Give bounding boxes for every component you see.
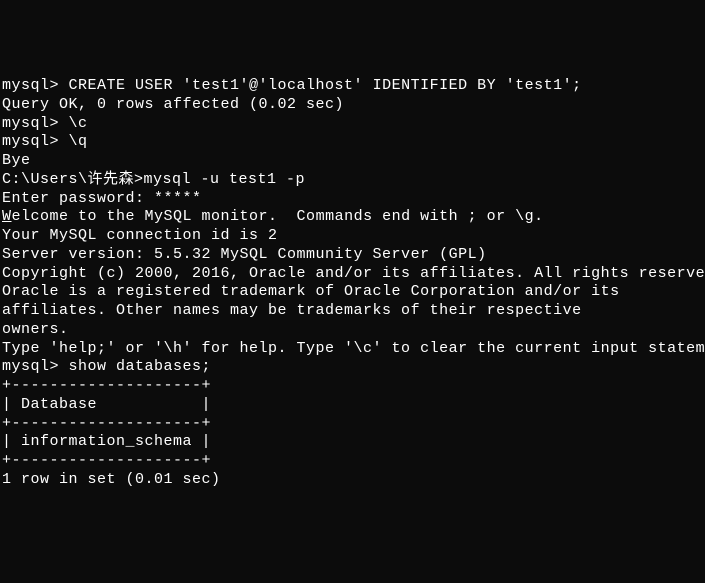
trademark-2: affiliates. Other names may be trademark… xyxy=(2,302,705,321)
cmd-quit: mysql> \q xyxy=(2,133,705,152)
sql-cmd: show databases; xyxy=(69,358,212,375)
welcome-rest: elcome to the MySQL monitor. Commands en… xyxy=(12,208,544,225)
query-ok: Query OK, 0 rows affected (0.02 sec) xyxy=(2,96,705,115)
trademark-3: owners. xyxy=(2,321,705,340)
connection-id: Your MySQL connection id is 2 xyxy=(2,227,705,246)
shell-cmd-mysql-login: C:\Users\许先森>mysql -u test1 -p xyxy=(2,171,705,190)
table-header: | Database | xyxy=(2,396,705,415)
sql-cmd: CREATE USER 'test1'@'localhost' IDENTIFI… xyxy=(69,77,582,94)
mysql-prompt: mysql> xyxy=(2,358,69,375)
mysql-prompt: mysql> xyxy=(2,77,69,94)
shell-prompt: C:\Users\许先森> xyxy=(2,171,144,188)
cmd-show-databases: mysql> show databases; xyxy=(2,358,705,377)
table-row: | information_schema | xyxy=(2,433,705,452)
server-version: Server version: 5.5.32 MySQL Community S… xyxy=(2,246,705,265)
terminal-output[interactable]: mysql> CREATE USER 'test1'@'localhost' I… xyxy=(2,77,705,490)
shell-cmd: mysql -u test1 -p xyxy=(144,171,306,188)
welcome-msg: Welcome to the MySQL monitor. Commands e… xyxy=(2,208,705,227)
table-border-bottom: +--------------------+ xyxy=(2,452,705,471)
help-msg: Type 'help;' or '\h' for help. Type '\c'… xyxy=(2,340,705,359)
trademark-1: Oracle is a registered trademark of Orac… xyxy=(2,283,705,302)
cmd-clear: mysql> \c xyxy=(2,115,705,134)
cmd-line-create-user: mysql> CREATE USER 'test1'@'localhost' I… xyxy=(2,77,705,96)
copyright: Copyright (c) 2000, 2016, Oracle and/or … xyxy=(2,265,705,284)
table-border-mid: +--------------------+ xyxy=(2,415,705,434)
table-border-top: +--------------------+ xyxy=(2,377,705,396)
cursor-char: W xyxy=(2,208,12,225)
bye-msg: Bye xyxy=(2,152,705,171)
password-prompt: Enter password: ***** xyxy=(2,190,705,209)
rows-in-set: 1 row in set (0.01 sec) xyxy=(2,471,705,490)
